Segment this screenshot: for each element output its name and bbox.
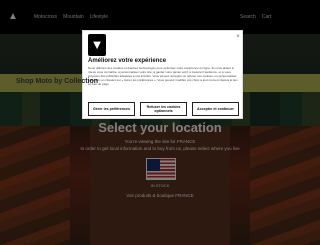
manage-preferences-button[interactable]: Gérer les préférences <box>88 102 135 116</box>
cookie-consent-modal: ▼ × Améliorez votre expérience Nous util… <box>82 30 243 119</box>
cookie-modal-actions: Gérer les préférences Refuser les cookie… <box>88 102 239 116</box>
cookie-modal-title: Améliorez votre expérience <box>88 58 167 64</box>
reject-optional-cookies-button[interactable]: Refuser les cookies optionnels <box>140 102 187 116</box>
accept-continue-button[interactable]: Accepter et continuer <box>192 102 239 116</box>
fox-head-icon: ▼ <box>88 34 106 56</box>
close-icon[interactable]: × <box>235 34 241 40</box>
hero-heading: Shop Moto by Collection <box>16 78 99 85</box>
cookie-modal-body: Nous utilisons des cookies et d'autres t… <box>88 66 238 86</box>
